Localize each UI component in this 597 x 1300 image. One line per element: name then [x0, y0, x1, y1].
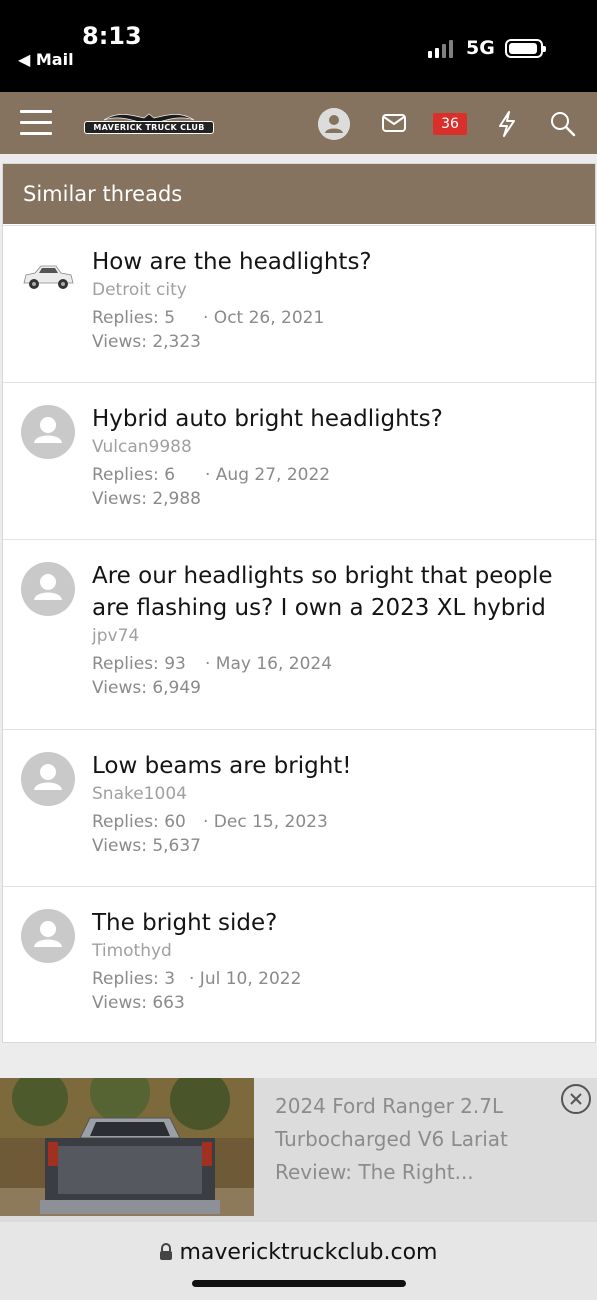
default-avatar [21, 405, 75, 459]
thread-item[interactable]: Low beams are bright! Snake1004 Replies:… [3, 729, 595, 886]
site-navbar: MAVERICK TRUCK CLUB 36 [0, 92, 597, 154]
truck-bed-image-icon [0, 1078, 254, 1222]
url-text: mavericktruckclub.com [179, 1240, 438, 1265]
thread-title-link[interactable]: Low beams are bright! [92, 750, 582, 782]
user-icon [34, 574, 62, 600]
thread-item[interactable]: The bright side? Timothyd Replies: 3 · J… [3, 886, 595, 1042]
thread-thumbnail [21, 256, 75, 296]
address-url[interactable]: mavericktruckclub.com [0, 1240, 597, 1265]
network-type: 5G [466, 37, 495, 59]
thread-date: · Oct 26, 2021 [203, 308, 325, 328]
search-icon[interactable] [549, 110, 577, 138]
default-avatar [21, 562, 75, 616]
mail-icon[interactable] [381, 110, 407, 136]
thread-views: Views: 2,988 [92, 489, 201, 509]
default-avatar [21, 752, 75, 806]
logo-text: MAVERICK TRUCK CLUB [84, 121, 214, 134]
close-icon [570, 1093, 582, 1105]
nav-divider [0, 154, 597, 162]
thread-item[interactable]: How are the headlights? Detroit city Rep… [3, 225, 595, 382]
thread-item[interactable]: Are our headlights so bright that people… [3, 539, 595, 729]
user-icon [34, 417, 62, 443]
lock-icon [160, 1243, 173, 1260]
thread-author[interactable]: Vulcan9988 [92, 437, 192, 457]
thread-title-link[interactable]: Are our headlights so bright that people… [92, 560, 582, 624]
thread-title-link[interactable]: Hybrid auto bright headlights? [92, 403, 582, 435]
thread-views: Views: 663 [92, 993, 185, 1013]
thread-author[interactable]: Detroit city [92, 280, 187, 300]
user-icon [34, 921, 62, 947]
thread-author[interactable]: jpv74 [92, 626, 139, 646]
alerts-badge[interactable]: 36 [433, 113, 467, 135]
section-title: Similar threads [3, 164, 595, 224]
home-indicator[interactable] [192, 1280, 406, 1287]
thread-author[interactable]: Snake1004 [92, 784, 187, 804]
battery-icon [505, 39, 546, 58]
user-icon [34, 764, 62, 790]
thread-replies: Replies: 3 [92, 969, 176, 989]
back-to-mail-link[interactable]: ◀ Mail [18, 50, 74, 69]
ad-truck-image[interactable] [0, 1078, 254, 1222]
thread-replies: Replies: 60 [92, 812, 186, 832]
ad-close-button[interactable] [561, 1084, 591, 1114]
thread-replies: Replies: 93 [92, 654, 186, 674]
user-icon [318, 108, 350, 140]
thread-title-link[interactable]: How are the headlights? [92, 246, 582, 278]
site-logo[interactable]: MAVERICK TRUCK CLUB [84, 106, 214, 140]
browser-address-bar[interactable]: mavericktruckclub.com [0, 1222, 597, 1300]
status-bar: 8:13 ◀ Mail 5G [0, 0, 597, 92]
thread-replies: Replies: 5 [92, 308, 176, 328]
thread-item[interactable]: Hybrid auto bright headlights? Vulcan998… [3, 382, 595, 539]
ad-banner[interactable]: 2024 Ford Ranger 2.7L Turbocharged V6 La… [0, 1078, 597, 1222]
thread-date: · Aug 27, 2022 [205, 465, 331, 485]
thread-views: Views: 6,949 [92, 678, 201, 698]
truck-image-icon [21, 256, 75, 296]
account-avatar[interactable] [318, 108, 350, 140]
thread-views: Views: 2,323 [92, 332, 201, 352]
thread-author[interactable]: Timothyd [92, 941, 172, 961]
similar-threads-card: Similar threads How are the headlights? … [2, 163, 596, 1043]
menu-icon[interactable] [20, 110, 52, 136]
thread-date: · May 16, 2024 [205, 654, 333, 674]
thread-date: · Dec 15, 2023 [203, 812, 328, 832]
default-avatar [21, 909, 75, 963]
thread-date: · Jul 10, 2022 [189, 969, 302, 989]
signal-icon [428, 40, 453, 58]
status-time: 8:13 [82, 22, 142, 50]
thread-views: Views: 5,637 [92, 836, 201, 856]
thread-replies: Replies: 6 [92, 465, 176, 485]
thread-title-link[interactable]: The bright side? [92, 907, 582, 939]
ad-headline[interactable]: 2024 Ford Ranger 2.7L Turbocharged V6 La… [275, 1090, 545, 1189]
lightning-icon[interactable] [495, 110, 519, 138]
